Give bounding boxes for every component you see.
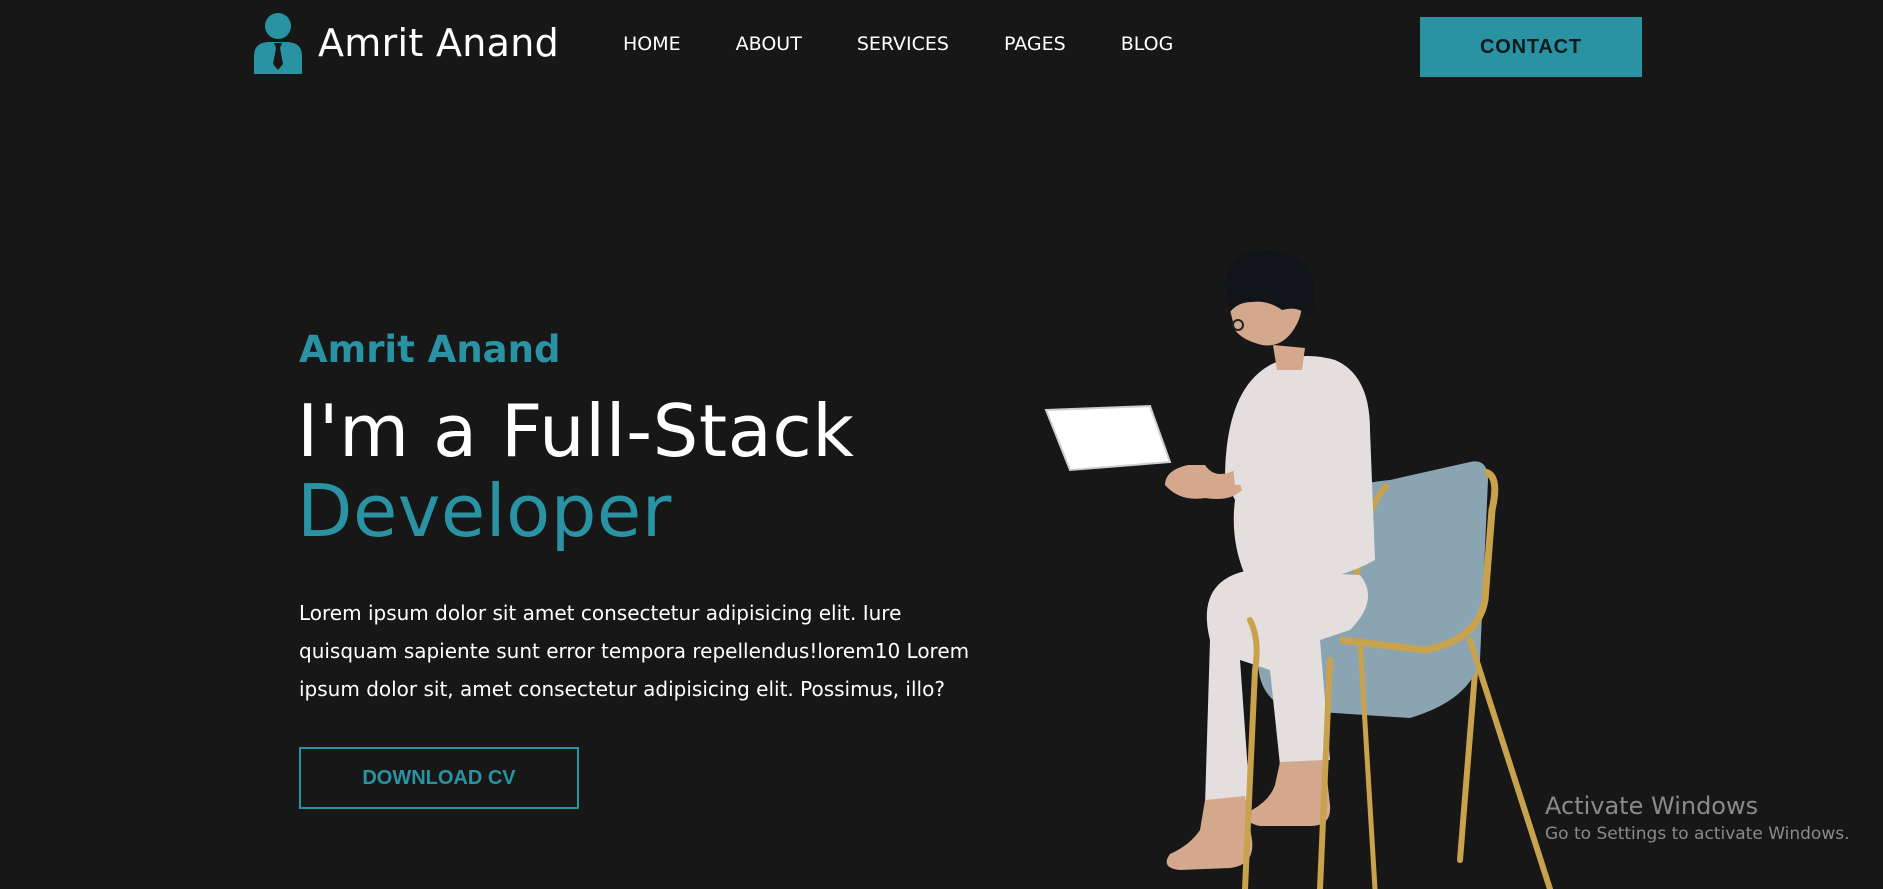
hero-name: Amrit Anand xyxy=(299,328,561,371)
windows-activation-watermark: Activate Windows Go to Settings to activ… xyxy=(1545,790,1850,846)
watermark-subtitle: Go to Settings to activate Windows. xyxy=(1545,824,1850,844)
page: Amrit Anand HOME ABOUT SERVICES PAGES BL… xyxy=(0,0,1883,889)
nav-blog[interactable]: BLOG xyxy=(1121,33,1174,55)
brand-logo[interactable]: Amrit Anand xyxy=(252,12,559,74)
nav-services[interactable]: SERVICES xyxy=(857,33,949,55)
hero-role: Developer xyxy=(297,469,672,553)
man-on-laptop-in-chair-illustration xyxy=(1044,250,1553,889)
contact-button[interactable]: CONTACT xyxy=(1420,17,1642,77)
hero-description: Lorem ipsum dolor sit amet consectetur a… xyxy=(299,601,970,701)
brand-name: Amrit Anand xyxy=(318,21,560,65)
main-nav: HOME ABOUT SERVICES PAGES BLOG xyxy=(623,33,1173,55)
nav-home[interactable]: HOME xyxy=(623,33,681,55)
download-cv-button[interactable]: DOWNLOAD CV xyxy=(299,747,579,809)
nav-about[interactable]: ABOUT xyxy=(736,33,802,55)
watermark-title: Activate Windows xyxy=(1545,792,1759,820)
nav-pages[interactable]: PAGES xyxy=(1004,33,1066,55)
user-tie-icon xyxy=(254,13,302,74)
hero-headline: I'm a Full-Stack xyxy=(297,389,855,473)
